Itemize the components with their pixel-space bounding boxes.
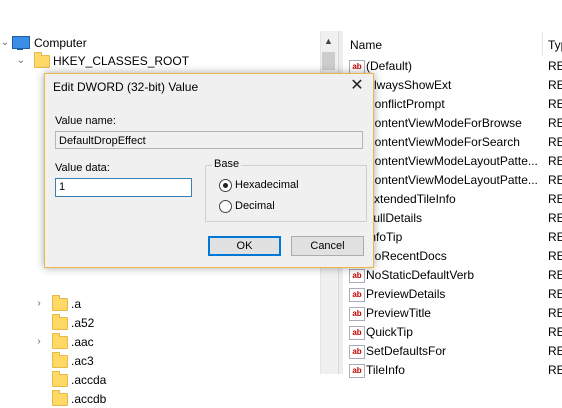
column-header-type[interactable]: Typ <box>548 38 562 52</box>
list-item-name: FullDetails <box>366 211 423 225</box>
close-icon[interactable]: ✕ <box>345 76 369 96</box>
list-item-type: RE <box>548 135 562 149</box>
list-item-name: TileInfo <box>366 363 405 377</box>
list-item-type: RE <box>548 230 562 244</box>
list-item[interactable]: abContentViewModeLayoutPatte...RE <box>347 152 562 171</box>
list-item[interactable]: abContentViewModeForSearchRE <box>347 133 562 152</box>
list-item[interactable]: ab TileInfo RE <box>347 361 562 380</box>
chevron-right-icon[interactable]: › <box>34 295 44 313</box>
scroll-up-arrow-icon[interactable]: ▲ <box>320 34 337 49</box>
chevron-down-icon[interactable]: ⌄ <box>0 34 10 52</box>
list-item-name: ContentViewModeLayoutPatte... <box>366 173 538 187</box>
edit-dword-dialog: Edit DWORD (32-bit) Value ✕ Value name: … <box>44 73 374 268</box>
list-item-type: RE <box>548 325 562 339</box>
tree-scrollbar-thumb[interactable] <box>322 52 335 70</box>
tree-item-label: .accdb <box>71 392 107 406</box>
list-item-name: ContentViewModeForBrowse <box>366 116 522 130</box>
list-item-name: QuickTip <box>366 325 413 339</box>
string-value-icon: ab <box>349 269 365 283</box>
tree-label-computer: Computer <box>34 36 87 50</box>
tree-label-hkcr: HKEY_CLASSES_ROOT <box>53 54 190 68</box>
list-item-type: RE <box>548 59 562 73</box>
value-data-label: Value data: <box>55 162 110 174</box>
list-item[interactable]: ab PreviewDetails RE <box>347 285 562 304</box>
list-item-name: SetDefaultsFor <box>366 344 447 358</box>
list-item-type: RE <box>548 363 562 377</box>
value-name-label: Value name: <box>55 115 116 127</box>
computer-icon-stand <box>17 48 23 50</box>
list-item[interactable]: abAlwaysShowExtRE <box>347 76 562 95</box>
list-item[interactable]: abFullDetailsRE <box>347 209 562 228</box>
list-item[interactable]: abNoRecentDocsRE <box>347 247 562 266</box>
radio-decimal[interactable]: Decimal <box>219 199 329 215</box>
list-item[interactable]: abExtendedTileInfoRE <box>347 190 562 209</box>
title-area <box>0 0 562 32</box>
list-item-type: RE <box>548 344 562 358</box>
list-item[interactable]: ab NoStaticDefaultVerb RE <box>347 266 562 285</box>
list-item-type: RE <box>548 268 562 282</box>
folder-icon <box>52 314 68 330</box>
dialog-title: Edit DWORD (32-bit) Value <box>53 80 199 94</box>
string-value-icon: ab <box>349 288 365 302</box>
folder-icon <box>52 333 68 349</box>
list-item[interactable]: abConflictPromptRE <box>347 95 562 114</box>
list-item-name: ContentViewModeForSearch <box>366 135 520 149</box>
string-value-icon: ab <box>349 326 365 340</box>
column-header-name[interactable]: Name <box>350 38 382 52</box>
list-item[interactable]: ab (Default) RE <box>347 57 562 76</box>
list-item-type: RE <box>548 173 562 187</box>
list-item[interactable]: ab PreviewTitle RE <box>347 304 562 323</box>
list-item-type: RE <box>548 306 562 320</box>
cancel-button[interactable]: Cancel <box>291 236 364 256</box>
list-item[interactable]: ab QuickTip RE <box>347 323 562 342</box>
folder-icon <box>52 352 68 368</box>
tree-item-label: .aac <box>71 335 94 349</box>
list-item-type: RE <box>548 154 562 168</box>
list-item-type: RE <box>548 192 562 206</box>
list-item-name: ContentViewModeLayoutPatte... <box>366 154 538 168</box>
string-value-icon: ab <box>349 345 365 359</box>
value-name-field[interactable]: DefaultDropEffect <box>55 131 363 149</box>
radio-selected-icon[interactable] <box>219 179 232 192</box>
folder-icon <box>52 390 68 406</box>
list-item-type: RE <box>548 211 562 225</box>
tree-item-label: .a <box>71 297 82 311</box>
list-item[interactable]: ab SetDefaultsFor RE <box>347 342 562 361</box>
radio-hexadecimal[interactable]: Hexadecimal <box>219 178 329 194</box>
string-value-icon: ab <box>349 60 365 74</box>
radio-decimal-label: Decimal <box>235 200 275 212</box>
list-item-name: NoRecentDocs <box>366 249 447 263</box>
list-item-name: ConflictPrompt <box>366 97 445 111</box>
string-value-icon: ab <box>349 364 365 378</box>
list-item-type: RE <box>548 116 562 130</box>
list-item-type: RE <box>548 78 562 92</box>
folder-icon <box>34 52 50 68</box>
list-item[interactable]: abContentViewModeLayoutPatte...RE <box>347 171 562 190</box>
folder-icon <box>52 295 68 311</box>
list-item-name: NoStaticDefaultVerb <box>366 268 475 282</box>
ok-button[interactable]: OK <box>208 236 281 256</box>
base-group-label: Base <box>212 158 242 170</box>
list-item-name: AlwaysShowExt <box>366 78 452 92</box>
radio-unselected-icon[interactable] <box>219 200 232 213</box>
folder-icon <box>52 371 68 387</box>
list-item[interactable]: abContentViewModeForBrowseRE <box>347 114 562 133</box>
list-item-type: RE <box>548 249 562 263</box>
chevron-down-icon[interactable]: ⌄ <box>16 52 26 70</box>
string-value-icon: ab <box>349 307 365 321</box>
list-item-type: RE <box>548 287 562 301</box>
list-item[interactable]: abInfoTipRE <box>347 228 562 247</box>
chevron-right-icon[interactable]: › <box>34 333 44 351</box>
list-item-name: PreviewTitle <box>366 306 431 320</box>
value-data-input[interactable]: 1 <box>55 178 192 197</box>
radio-hexadecimal-label: Hexadecimal <box>235 179 299 191</box>
list-item-name: ExtendedTileInfo <box>366 192 456 206</box>
list-item-name: PreviewDetails <box>366 287 446 301</box>
tree-item-label: .ac3 <box>71 354 94 368</box>
list-item-type: RE <box>548 97 562 111</box>
column-separator[interactable] <box>542 32 543 56</box>
tree-item-label: .a52 <box>71 316 95 330</box>
